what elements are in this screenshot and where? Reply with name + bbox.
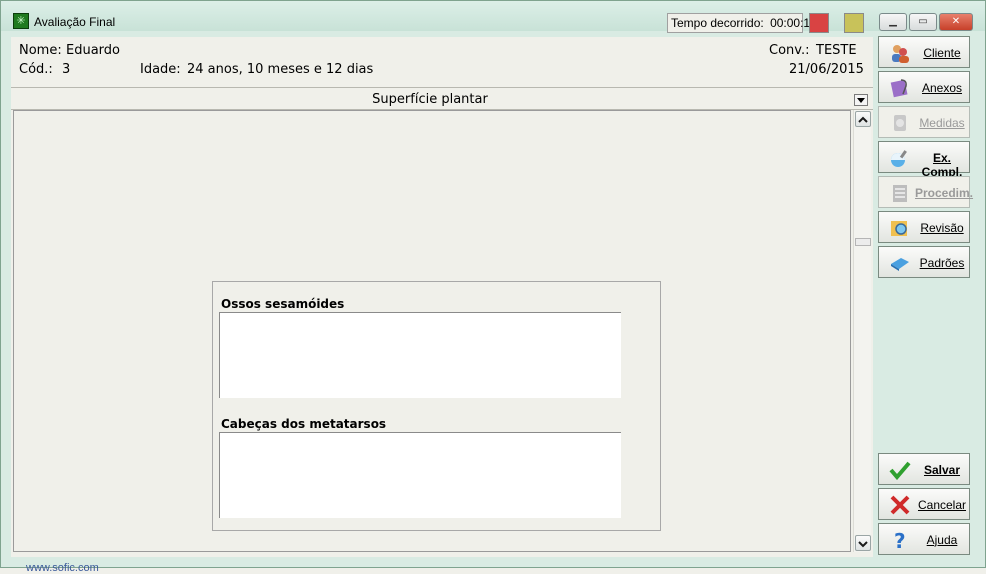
code-label: Cód.: bbox=[19, 62, 53, 77]
help-icon: ? bbox=[894, 530, 906, 550]
side-toolbar: Cliente Anexos Medidas Ex. Compl. Proced… bbox=[873, 31, 977, 561]
scroll-down-button[interactable] bbox=[855, 535, 871, 551]
padroes-button[interactable]: Padrões bbox=[878, 246, 970, 278]
revisao-button[interactable]: Revisão bbox=[878, 211, 970, 243]
maximize-icon: ▭ bbox=[918, 16, 928, 27]
salvar-label: Salvar bbox=[923, 463, 961, 477]
cancelar-button[interactable]: Cancelar bbox=[878, 488, 970, 520]
procedim-label: Procedim. bbox=[915, 186, 974, 200]
anexos-button[interactable]: Anexos bbox=[878, 71, 970, 103]
close-button[interactable]: ✕ bbox=[939, 13, 973, 31]
name-label: Nome: bbox=[19, 43, 62, 58]
review-icon bbox=[891, 221, 907, 236]
field-label-metatarsal: Cabeças dos metatarsos bbox=[221, 417, 387, 431]
main-window: ✳ Avaliação Final Tempo decorrido: 00:00… bbox=[0, 0, 986, 568]
anexos-label: Anexos bbox=[921, 81, 963, 95]
ajuda-button[interactable]: ? Ajuda bbox=[878, 523, 970, 555]
name-value: Eduardo bbox=[66, 43, 120, 58]
scroll-thumb[interactable] bbox=[855, 238, 871, 246]
form-content: Nome: Eduardo Cód.: 3 Idade: 24 anos, 10… bbox=[11, 37, 873, 557]
cross-icon bbox=[890, 495, 910, 515]
cliente-label: Cliente bbox=[923, 46, 961, 60]
medidas-button[interactable]: Medidas bbox=[878, 106, 970, 138]
window-title: Avaliação Final bbox=[34, 15, 116, 29]
cancelar-label: Cancelar bbox=[917, 498, 967, 512]
medidas-label: Medidas bbox=[919, 116, 965, 130]
ajuda-label: Ajuda bbox=[926, 533, 958, 547]
title-bar: ✳ Avaliação Final Tempo decorrido: 00:00… bbox=[1, 1, 985, 33]
book-icon bbox=[891, 258, 909, 271]
revisao-label: Revisão bbox=[920, 221, 964, 235]
padroes-label: Padrões bbox=[919, 256, 965, 270]
scroll-up-button[interactable] bbox=[855, 111, 871, 127]
section-title: Superfície plantar bbox=[372, 92, 488, 107]
patient-header: Nome: Eduardo Cód.: 3 Idade: 24 anos, 10… bbox=[11, 37, 873, 88]
procedure-icon bbox=[893, 185, 907, 202]
checkmark-icon bbox=[889, 461, 911, 480]
vertical-scrollbar[interactable] bbox=[853, 110, 871, 552]
chevron-down-icon bbox=[858, 541, 868, 548]
conv-label: Conv.: bbox=[769, 43, 810, 58]
section-dropdown-button[interactable] bbox=[854, 94, 868, 106]
code-value: 3 bbox=[62, 62, 71, 77]
maximize-button[interactable]: ▭ bbox=[909, 13, 937, 31]
section-header: Superfície plantar bbox=[11, 89, 873, 110]
footer-link[interactable]: www.sofic.com bbox=[26, 562, 99, 574]
attachment-icon bbox=[890, 79, 908, 98]
field-label-sesamoid: Ossos sesamóides bbox=[221, 297, 345, 311]
cliente-button[interactable]: Cliente bbox=[878, 36, 970, 68]
ex-compl-button[interactable]: Ex. Compl. bbox=[878, 141, 970, 179]
metatarsal-textarea[interactable] bbox=[219, 432, 621, 518]
people-icon bbox=[892, 45, 909, 63]
conv-value: TESTE bbox=[816, 43, 857, 58]
flask-icon bbox=[891, 150, 907, 167]
chevron-up-icon bbox=[858, 116, 868, 123]
elapsed-time-display: Tempo decorrido: 00:00:16 bbox=[667, 13, 817, 33]
salvar-button[interactable]: Salvar bbox=[878, 453, 970, 485]
date-value: 21/06/2015 bbox=[789, 62, 864, 77]
form-panel: Ossos sesamóides Cabeças dos metatarsos bbox=[13, 110, 851, 552]
ex-compl-label: Ex. Compl. bbox=[921, 151, 963, 179]
age-label: Idade: bbox=[140, 62, 181, 77]
minimize-button[interactable]: ▁ bbox=[879, 13, 907, 31]
pause-timer-button[interactable] bbox=[844, 13, 864, 33]
svg-text:?: ? bbox=[894, 530, 906, 550]
sesamoid-textarea[interactable] bbox=[219, 312, 621, 398]
minimize-icon: ▁ bbox=[889, 16, 897, 27]
timer-label: Tempo decorrido: bbox=[671, 16, 764, 30]
age-value: 24 anos, 10 meses e 12 dias bbox=[187, 62, 374, 77]
measure-icon bbox=[894, 115, 906, 131]
stop-timer-button[interactable] bbox=[809, 13, 829, 33]
app-icon: ✳ bbox=[13, 13, 29, 29]
close-icon: ✕ bbox=[951, 16, 961, 27]
procedim-button[interactable]: Procedim. bbox=[878, 176, 974, 208]
fields-group: Ossos sesamóides Cabeças dos metatarsos bbox=[212, 281, 661, 531]
